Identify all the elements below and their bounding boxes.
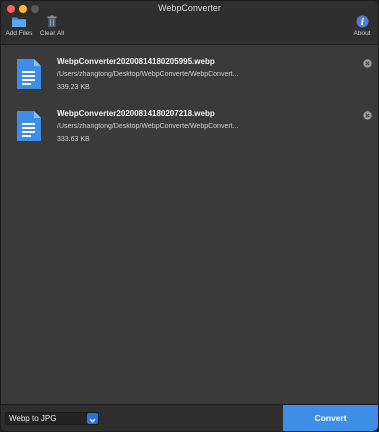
chevron-down-icon[interactable] bbox=[87, 413, 98, 424]
about-button[interactable]: i About bbox=[351, 15, 373, 43]
titlebar: WebpConverter Add Files Clear All i Abou… bbox=[1, 1, 378, 45]
trash-icon bbox=[37, 15, 67, 28]
document-icon bbox=[15, 58, 43, 95]
remove-file-icon[interactable] bbox=[363, 107, 372, 120]
remove-file-icon[interactable] bbox=[363, 55, 372, 68]
file-path: /Users/zhangtong/Desktop/WebpConverte/We… bbox=[57, 71, 239, 78]
clear-all-label: Clear All bbox=[39, 30, 65, 37]
file-list: WebpConverter20200814180205995.webp /Use… bbox=[1, 46, 378, 406]
about-label: About bbox=[353, 30, 371, 37]
info-icon: i bbox=[351, 15, 373, 28]
file-name: WebpConverter20200814180205995.webp bbox=[57, 57, 215, 66]
window-title: WebpConverter bbox=[158, 3, 221, 13]
file-size: 333.63 KB bbox=[57, 136, 90, 143]
clear-all-button[interactable]: Clear All bbox=[37, 15, 67, 43]
folder-icon bbox=[4, 15, 34, 28]
info-icon-glyph: i bbox=[360, 18, 364, 28]
bottom-bar: Webp to JPG Convert bbox=[1, 404, 378, 431]
format-select[interactable]: Webp to JPG bbox=[5, 412, 99, 425]
add-files-label: Add Files bbox=[5, 30, 33, 37]
list-item[interactable]: WebpConverter20200814180207218.webp /Use… bbox=[1, 101, 378, 156]
add-files-button[interactable]: Add Files bbox=[4, 15, 34, 43]
file-path: /Users/zhangtong/Desktop/WebpConverte/We… bbox=[57, 123, 239, 130]
format-select-value: Webp to JPG bbox=[9, 414, 57, 423]
list-item[interactable]: WebpConverter20200814180205995.webp /Use… bbox=[1, 49, 378, 104]
file-name: WebpConverter20200814180207218.webp bbox=[57, 109, 215, 118]
app-window: WebpConverter Add Files Clear All i Abou… bbox=[0, 0, 379, 432]
document-icon bbox=[15, 110, 43, 147]
convert-button[interactable]: Convert bbox=[283, 405, 378, 431]
file-size: 339.23 KB bbox=[57, 84, 90, 91]
